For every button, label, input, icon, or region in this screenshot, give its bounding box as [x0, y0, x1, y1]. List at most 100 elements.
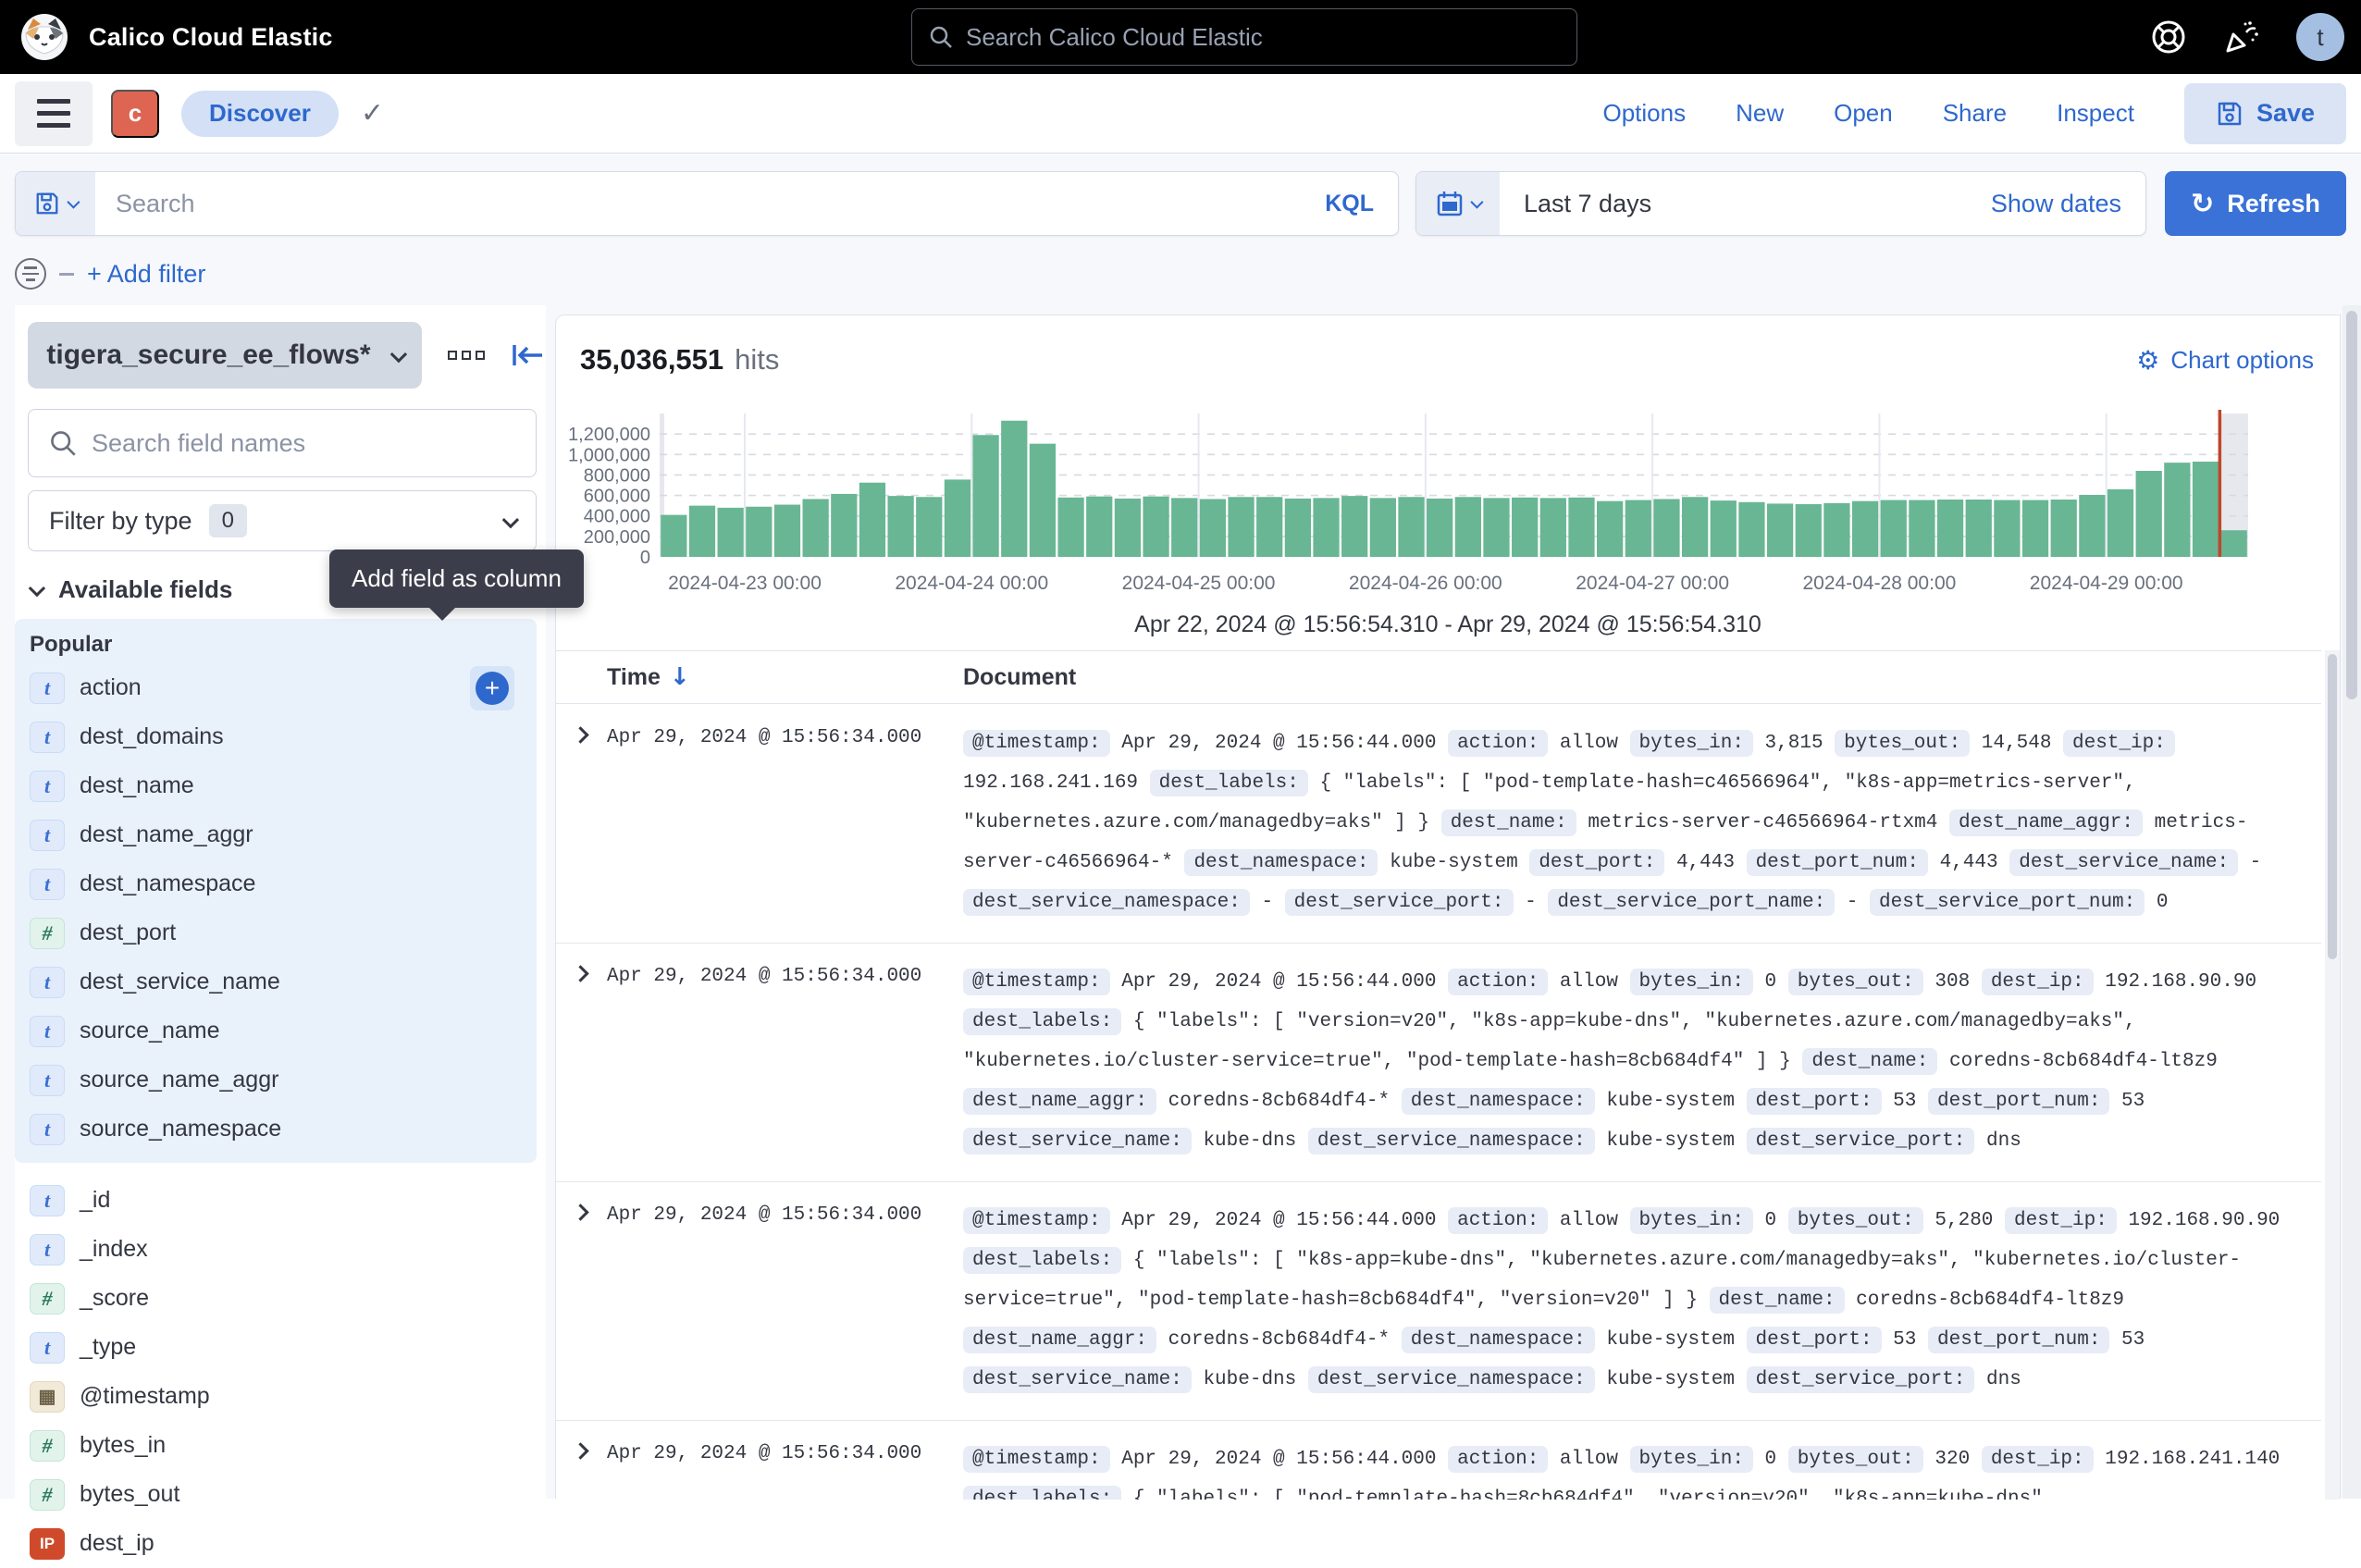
field-item-dest_ip[interactable]: IPdest_ip — [30, 1519, 546, 1568]
search-icon — [929, 25, 953, 49]
expand-row-icon[interactable] — [575, 1445, 587, 1460]
doc-table-body: Apr 29, 2024 @ 15:56:34.000 @timestamp: A… — [556, 705, 2321, 1500]
global-search[interactable] — [911, 8, 1577, 66]
user-avatar[interactable]: t — [2296, 13, 2344, 61]
field-item-source_name[interactable]: tsource_name — [30, 1006, 537, 1056]
field-type-t-icon: t — [30, 820, 65, 851]
field-value: 320 — [1923, 1449, 1982, 1470]
field-item-dest_domains[interactable]: tdest_domains — [30, 712, 537, 761]
field-chip-dest_port: dest_port: — [1747, 1088, 1882, 1115]
expand-row-icon[interactable] — [575, 1206, 587, 1221]
row-timestamp: Apr 29, 2024 @ 15:56:34.000 — [607, 1443, 921, 1464]
field-chip-bytes_out: bytes_out: — [1788, 1446, 1923, 1473]
field-chip-dest_port_num: dest_port_num: — [1928, 1327, 2109, 1353]
field-search-input[interactable] — [92, 429, 462, 458]
whats-new-button[interactable] — [2222, 18, 2261, 56]
svg-text:800,000: 800,000 — [584, 465, 650, 486]
field-type-number-icon: # — [30, 1283, 65, 1315]
field-item-dest_namespace[interactable]: tdest_namespace — [30, 859, 537, 908]
field-chip-dest_service_namespace: dest_service_namespace: — [1308, 1366, 1595, 1393]
show-dates-link[interactable]: Show dates — [1967, 190, 2145, 218]
field-value: kube-system — [1595, 1091, 1747, 1112]
field-item-source_name_aggr[interactable]: tsource_name_aggr — [30, 1056, 537, 1105]
saved-queries-button[interactable] — [16, 172, 95, 235]
field-chip-dest_service_name: dest_service_name: — [963, 1366, 1192, 1393]
calico-cat-logo — [20, 13, 68, 61]
field-value: Apr 29, 2024 @ 15:56:44.000 — [1110, 971, 1448, 993]
refresh-button[interactable]: ↻ Refresh — [2165, 171, 2346, 236]
field-value: kube-dns — [1192, 1130, 1308, 1152]
field-chip-dest_name: dest_name: — [1802, 1048, 1937, 1075]
collapse-sidebar-icon[interactable] — [509, 341, 546, 369]
filter-divider — [59, 273, 74, 276]
field-type-t-icon: t — [30, 1016, 65, 1047]
field-item-bytes_in[interactable]: #bytes_in — [30, 1421, 546, 1470]
field-type-ip-icon: IP — [30, 1528, 65, 1560]
time-range-value[interactable]: Last 7 days — [1500, 172, 1967, 235]
row-timestamp: Apr 29, 2024 @ 15:56:34.000 — [607, 727, 921, 748]
svg-text:2024-04-29 00:00: 2024-04-29 00:00 — [2030, 573, 2183, 594]
field-options-icon[interactable] — [448, 351, 485, 360]
field-item-_score[interactable]: # _score — [30, 1274, 546, 1323]
field-item-dest_name[interactable]: tdest_name — [30, 761, 537, 810]
field-chip-@timestamp: @timestamp: — [963, 1207, 1110, 1234]
field-chip-dest_name: dest_name: — [1441, 809, 1576, 836]
field-search[interactable] — [28, 409, 537, 477]
filter-icon[interactable] — [15, 258, 46, 290]
field-value: 0 — [2145, 892, 2168, 913]
page-scrollbar[interactable] — [2342, 305, 2361, 1499]
add-filter-link[interactable]: + Add filter — [87, 260, 205, 289]
expand-row-icon[interactable] — [575, 968, 587, 982]
field-name: _score — [80, 1285, 149, 1312]
menu-options[interactable]: Options — [1602, 99, 1686, 128]
field-chip-dest_name_aggr: dest_name_aggr: — [1949, 809, 2143, 836]
doc-table-header: Time ↓ Document — [556, 650, 2321, 704]
space-badge[interactable]: c — [111, 90, 159, 138]
field-item-bytes_out[interactable]: #bytes_out — [30, 1470, 546, 1519]
field-item-_index[interactable]: t_index — [30, 1225, 546, 1274]
field-type-date-icon: ▦ — [30, 1381, 65, 1413]
field-item-source_namespace[interactable]: tsource_namespace — [30, 1105, 537, 1154]
field-name: source_name_aggr — [80, 1067, 278, 1093]
field-name: source_namespace — [80, 1116, 281, 1142]
breadcrumb-discover[interactable]: Discover — [181, 91, 339, 137]
field-item-action[interactable]: taction+ — [30, 663, 537, 712]
field-value: coredns-8cb684df4-* — [1156, 1091, 1402, 1112]
menu-inspect[interactable]: Inspect — [2057, 99, 2134, 128]
add-field-as-column-button[interactable]: + — [470, 666, 514, 710]
field-item-_type[interactable]: t_type — [30, 1323, 546, 1372]
field-name: bytes_out — [80, 1481, 179, 1508]
field-chip-dest_ip: dest_ip: — [2005, 1207, 2117, 1234]
row-document: @timestamp: Apr 29, 2024 @ 15:56:44.000 … — [963, 962, 2318, 1161]
kql-selector[interactable]: KQL — [1301, 191, 1398, 217]
query-input[interactable] — [95, 172, 1301, 235]
chart-options-button[interactable]: ⚙ Chart options — [2136, 345, 2314, 376]
field-type-number-icon: # — [30, 918, 65, 949]
help-button[interactable] — [2150, 19, 2187, 56]
menu-new[interactable]: New — [1736, 99, 1784, 128]
calendar-button[interactable] — [1416, 172, 1500, 235]
document-histogram[interactable]: 0200,000400,000600,000800,0001,000,0001,… — [556, 404, 2321, 608]
field-name: dest_name_aggr — [80, 821, 253, 848]
field-item-@timestamp[interactable]: ▦@timestamp — [30, 1372, 546, 1421]
field-item-dest_service_name[interactable]: tdest_service_name — [30, 957, 537, 1006]
filter-by-type[interactable]: Filter by type 0 — [28, 490, 537, 551]
query-bar-row: KQL Last 7 days Show dates ↻ Refresh + A… — [0, 154, 2361, 305]
index-pattern-selector[interactable]: tigera_secure_ee_flows* — [28, 322, 422, 389]
time-column-header[interactable]: Time ↓ — [607, 663, 690, 691]
menu-share[interactable]: Share — [1943, 99, 2007, 128]
table-scrollbar[interactable] — [2325, 650, 2340, 1500]
global-search-input[interactable] — [966, 23, 1539, 52]
field-item-dest_port[interactable]: #dest_port — [30, 908, 537, 957]
field-chip-dest_labels: dest_labels: — [963, 1247, 1121, 1274]
field-name: _type — [80, 1334, 136, 1361]
field-item-dest_name_aggr[interactable]: t dest_name_aggr — [30, 810, 537, 859]
field-item-_id[interactable]: t_id — [30, 1176, 546, 1225]
menu-toggle-button[interactable] — [15, 81, 93, 146]
field-name: _index — [80, 1236, 148, 1263]
field-value: coredns-8cb684df4-lt8z9 — [1937, 1051, 2217, 1072]
field-value: 53 — [2109, 1091, 2145, 1112]
expand-row-icon[interactable] — [575, 729, 587, 744]
menu-open[interactable]: Open — [1834, 99, 1893, 128]
save-button[interactable]: Save — [2184, 83, 2346, 144]
